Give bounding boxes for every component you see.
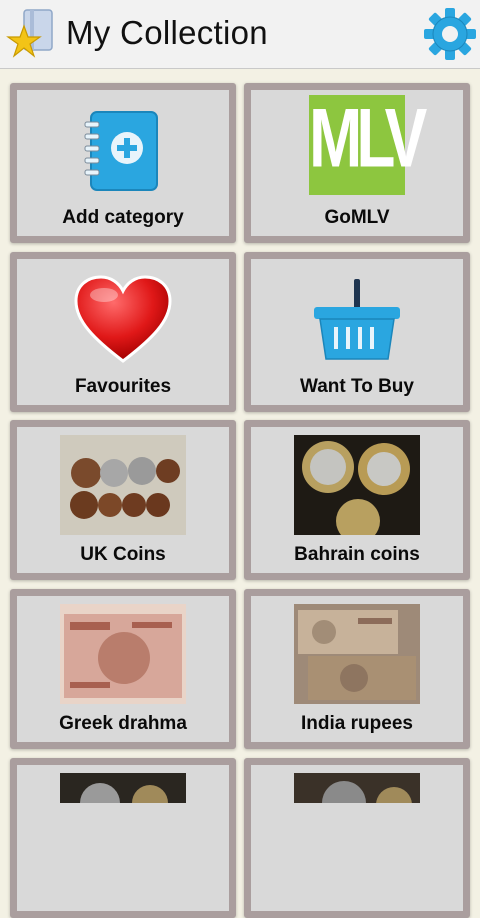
mlv-logo-text: MLV xyxy=(309,91,427,185)
mlv-logo: MLV xyxy=(309,91,427,195)
tile-label: India rupees xyxy=(301,713,413,734)
tile-partial-right[interactable] xyxy=(244,758,470,918)
tile-gomlv[interactable]: MLV GoMLV xyxy=(244,83,470,243)
app-bar: My Collection xyxy=(0,0,480,69)
gear-icon[interactable] xyxy=(422,6,478,62)
heart-icon xyxy=(74,275,172,363)
basket-icon xyxy=(314,279,400,360)
tile-label: Greek drahma xyxy=(59,713,187,734)
tile-bahrain-coins[interactable]: Bahrain coins xyxy=(244,420,470,580)
tile-label: Want To Buy xyxy=(300,376,414,397)
coins-photo xyxy=(60,435,186,535)
tile-want-to-buy[interactable]: Want To Buy xyxy=(244,252,470,412)
star-book-icon xyxy=(6,9,53,58)
tile-label: Bahrain coins xyxy=(294,544,420,565)
tile-favourites[interactable]: Favourites xyxy=(10,252,236,412)
tile-partial-left[interactable] xyxy=(10,758,236,918)
tile-uk-coins[interactable]: UK Coins xyxy=(10,420,236,580)
tile-add-category[interactable]: Add category xyxy=(10,83,236,243)
tile-label: Favourites xyxy=(74,376,172,397)
coins-photo xyxy=(294,435,420,535)
tile-label: Add category xyxy=(62,207,184,228)
tile-india-rupees[interactable]: India rupees xyxy=(244,589,470,749)
banknote-photo xyxy=(60,604,186,704)
coins-photo xyxy=(294,773,420,803)
tile-label: UK Coins xyxy=(80,544,166,565)
page-title: My Collection xyxy=(66,14,268,51)
add-book-icon xyxy=(84,111,158,191)
tile-greek-drahma[interactable]: Greek drahma xyxy=(10,589,236,749)
coins-photo xyxy=(60,773,186,803)
banknote-photo xyxy=(294,604,420,704)
tile-label: GoMLV xyxy=(324,207,390,228)
